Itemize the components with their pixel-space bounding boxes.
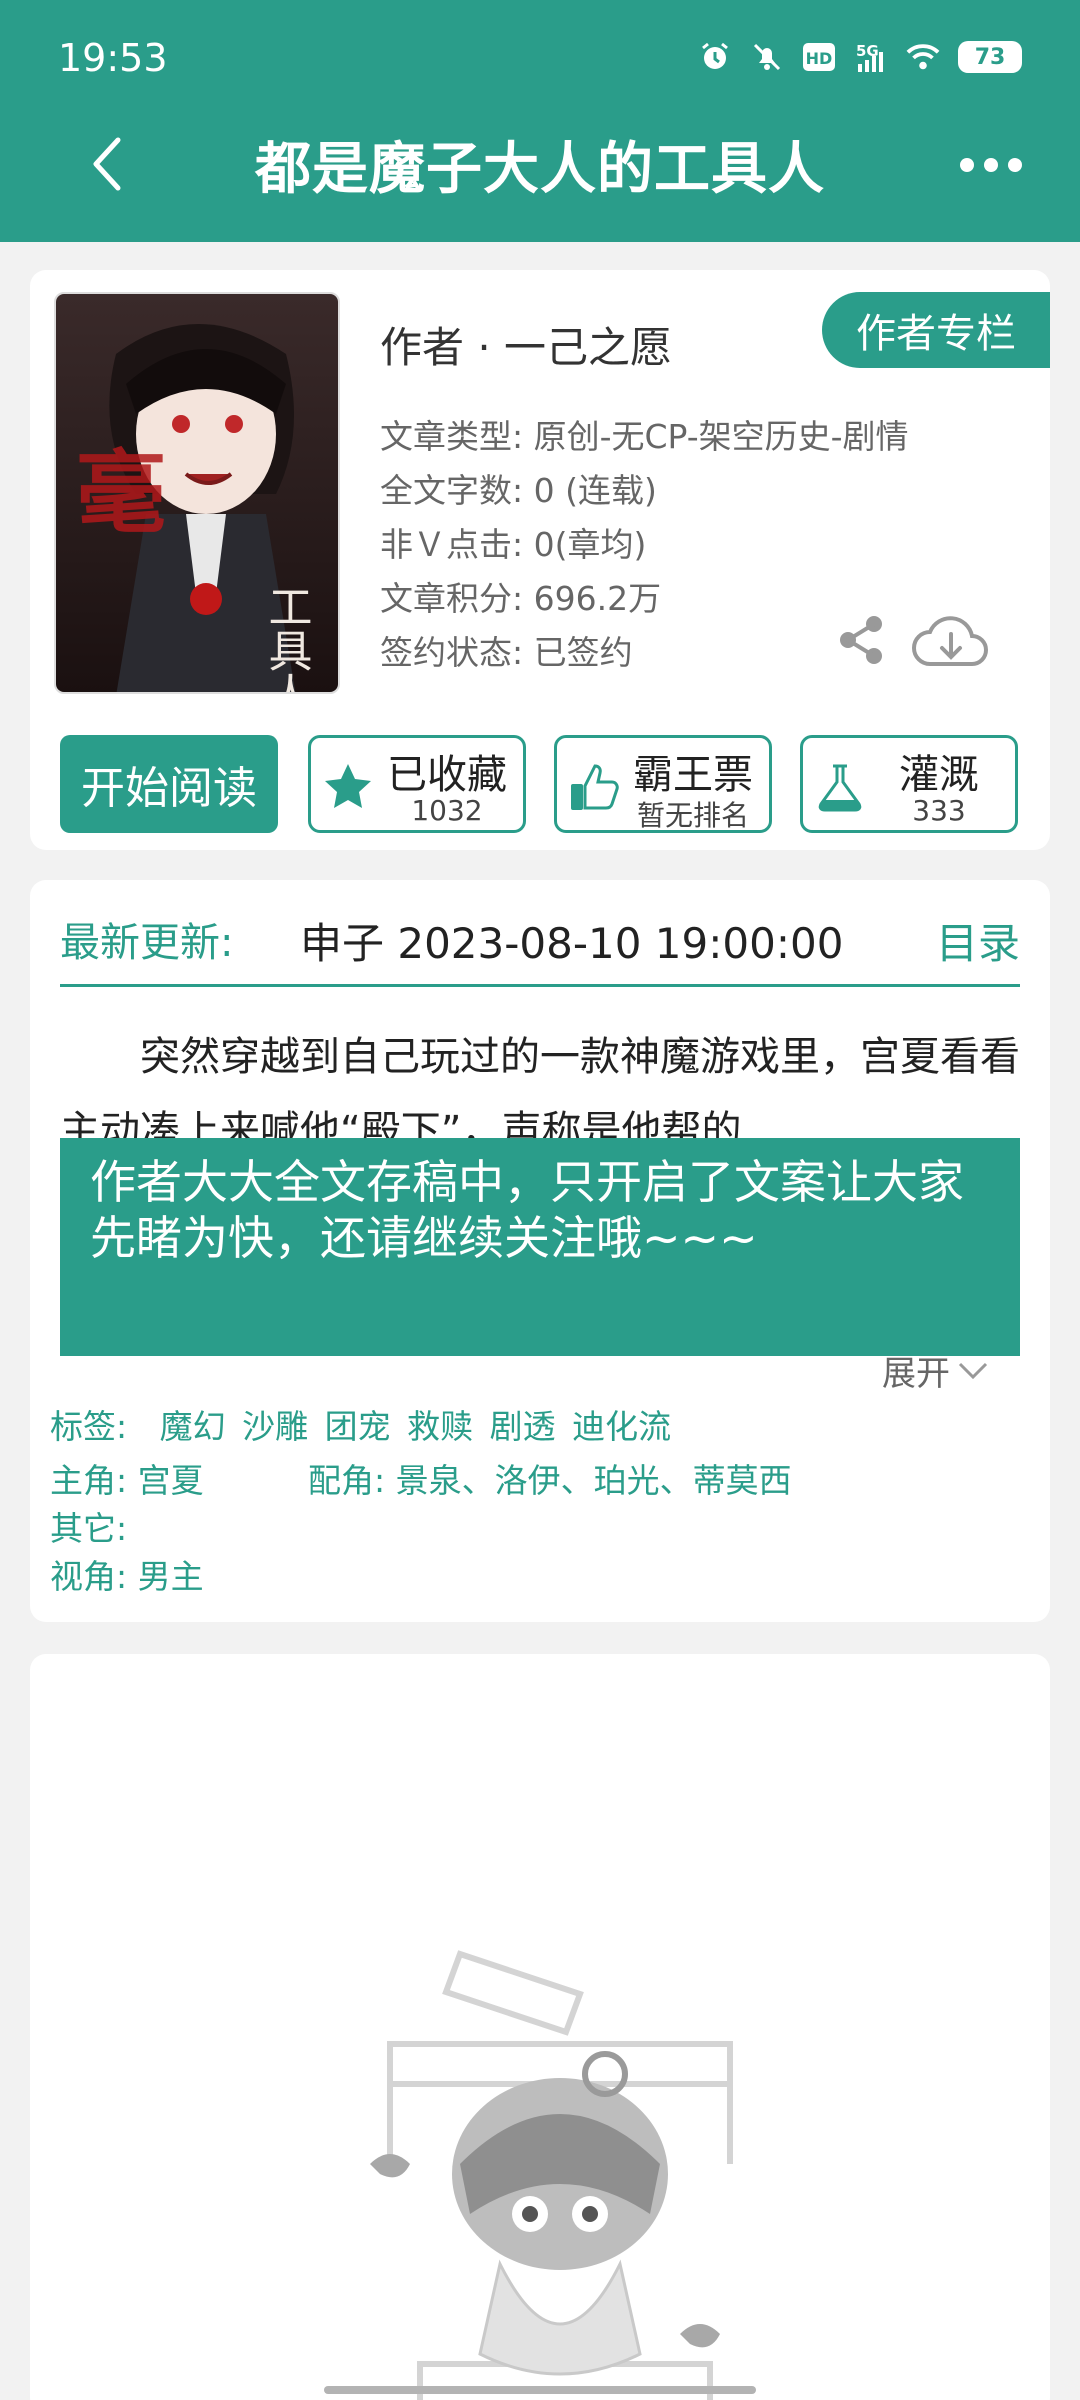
meta-clicks: 非Ｖ点击: 0(章均) bbox=[380, 525, 647, 564]
tags-label: 标签: bbox=[50, 1407, 128, 1446]
share-icon[interactable] bbox=[836, 614, 886, 666]
supporting-row: 配角: 景泉、洛伊、珀光、蒂莫西 bbox=[308, 1454, 792, 1502]
supporting-value[interactable]: 景泉、洛伊、珀光、蒂莫西 bbox=[396, 1461, 792, 1500]
divider bbox=[60, 984, 1020, 987]
latest-update-text[interactable]: 申子 2023-08-10 19:00:00 bbox=[300, 910, 900, 971]
back-button[interactable] bbox=[78, 128, 138, 200]
meta-score: 文章积分: 696.2万 bbox=[380, 579, 662, 618]
tag-item[interactable]: 沙雕 bbox=[242, 1407, 308, 1446]
alarm-icon bbox=[698, 40, 732, 74]
start-reading-button[interactable]: 开始阅读 bbox=[60, 735, 278, 833]
author-column-button[interactable]: 作者专栏 bbox=[822, 292, 1050, 368]
page-title: 都是魔子大人的工具人 bbox=[255, 137, 825, 202]
svg-text:HD: HD bbox=[806, 49, 833, 68]
empty-state-illustration bbox=[370, 1950, 733, 2400]
collect-count: 1032 bbox=[411, 794, 483, 827]
synopsis-card: 最新更新: 申子 2023-08-10 19:00:00 目录 突然穿越到自己玩… bbox=[30, 880, 1050, 1622]
battery-indicator: 73 bbox=[958, 41, 1022, 73]
bawang-ticket-button[interactable]: 霸王票 暂无排名 bbox=[554, 735, 772, 833]
tag-item[interactable]: 魔幻 bbox=[160, 1407, 226, 1446]
irrigate-count: 333 bbox=[912, 794, 966, 827]
other-label: 其它: bbox=[50, 1509, 128, 1548]
book-meta: 文章类型: 原创-无CP-架空历史-剧情 全文字数: 0 (连载) 非Ｖ点击: … bbox=[380, 410, 909, 680]
thumbs-up-icon bbox=[571, 764, 619, 810]
irrigate-button[interactable]: 灌溉 333 bbox=[800, 735, 1018, 833]
perspective-row: 视角: 男主 bbox=[50, 1550, 204, 1598]
svg-text:工具人: 工具人 bbox=[261, 584, 312, 694]
empty-content-card bbox=[30, 1654, 1050, 2400]
hd-icon: HD bbox=[802, 40, 836, 74]
expand-label: 展开 bbox=[882, 1354, 950, 1394]
book-cover-illustration: 毫 工具人 bbox=[56, 294, 338, 694]
more-dots-icon bbox=[960, 158, 974, 172]
author-name[interactable]: 作者 · 一己之愿 bbox=[380, 314, 672, 375]
protagonist-value[interactable]: 宫夏 bbox=[138, 1461, 204, 1500]
home-indicator[interactable] bbox=[324, 2386, 756, 2394]
book-cover[interactable]: 毫 工具人 bbox=[54, 292, 340, 694]
meta-genre: 文章类型: 原创-无CP-架空历史-剧情 bbox=[380, 417, 909, 456]
flask-icon bbox=[818, 764, 862, 812]
download-icon[interactable] bbox=[910, 612, 992, 672]
svg-text:毫: 毫 bbox=[76, 440, 166, 546]
other-row: 其它: bbox=[50, 1502, 127, 1550]
status-icons: HD 5G 73 bbox=[698, 40, 1022, 74]
tag-item[interactable]: 迪化流 bbox=[572, 1407, 671, 1446]
mute-icon bbox=[750, 40, 784, 74]
top-bar: 19:53 HD 5G 73 都是魔子大人的工具人 bbox=[0, 0, 1080, 242]
tags-row: 标签: 魔幻 沙雕 团宠 救赎 剧透 迪化流 bbox=[50, 1400, 671, 1448]
meta-sign-status: 签约状态: 已签约 bbox=[380, 633, 633, 672]
chevron-down-icon bbox=[958, 1362, 988, 1379]
chevron-left-icon bbox=[93, 137, 121, 191]
irrigate-label: 灌溉 bbox=[899, 752, 979, 798]
latest-update-label: 最新更新: bbox=[60, 920, 234, 966]
supporting-label: 配角: bbox=[308, 1461, 386, 1500]
book-info-card: 毫 工具人 作者 · 一己之愿 作者专栏 文章类型: 原创-无CP-架空历史-剧… bbox=[30, 270, 1050, 850]
tag-item[interactable]: 救赎 bbox=[407, 1407, 473, 1446]
tag-item[interactable]: 剧透 bbox=[490, 1407, 556, 1446]
collect-label: 已收藏 bbox=[387, 752, 507, 798]
catalog-button[interactable]: 目录 bbox=[936, 910, 1020, 971]
bawang-value: 暂无排名 bbox=[636, 799, 749, 832]
perspective-label: 视角: bbox=[50, 1557, 128, 1596]
tag-item[interactable]: 团宠 bbox=[325, 1407, 391, 1446]
5g-icon: 5G bbox=[854, 40, 888, 74]
draft-notice-banner: 作者大大全文存稿中，只开启了文案让大家先睹为快，还请继续关注哦~~~ bbox=[60, 1138, 1020, 1356]
star-icon bbox=[325, 764, 371, 808]
meta-word-count: 全文字数: 0 (连载) bbox=[380, 471, 657, 510]
bawang-label: 霸王票 bbox=[633, 752, 753, 798]
protagonist-row: 主角: 宫夏 bbox=[50, 1454, 204, 1502]
expand-button[interactable]: 展开 bbox=[882, 1346, 990, 1395]
status-time: 19:53 bbox=[58, 36, 168, 80]
perspective-value[interactable]: 男主 bbox=[138, 1557, 204, 1596]
wifi-icon bbox=[906, 40, 940, 74]
more-button[interactable] bbox=[960, 150, 1022, 180]
synopsis-text: 突然穿越到自己玩过的一款神魔游戏里，宫夏看看主动凑上来喊他“殿下”，声称是他帮的 bbox=[60, 1034, 1020, 1150]
protagonist-label: 主角: bbox=[50, 1461, 128, 1500]
collect-button[interactable]: 已收藏 1032 bbox=[308, 735, 526, 833]
